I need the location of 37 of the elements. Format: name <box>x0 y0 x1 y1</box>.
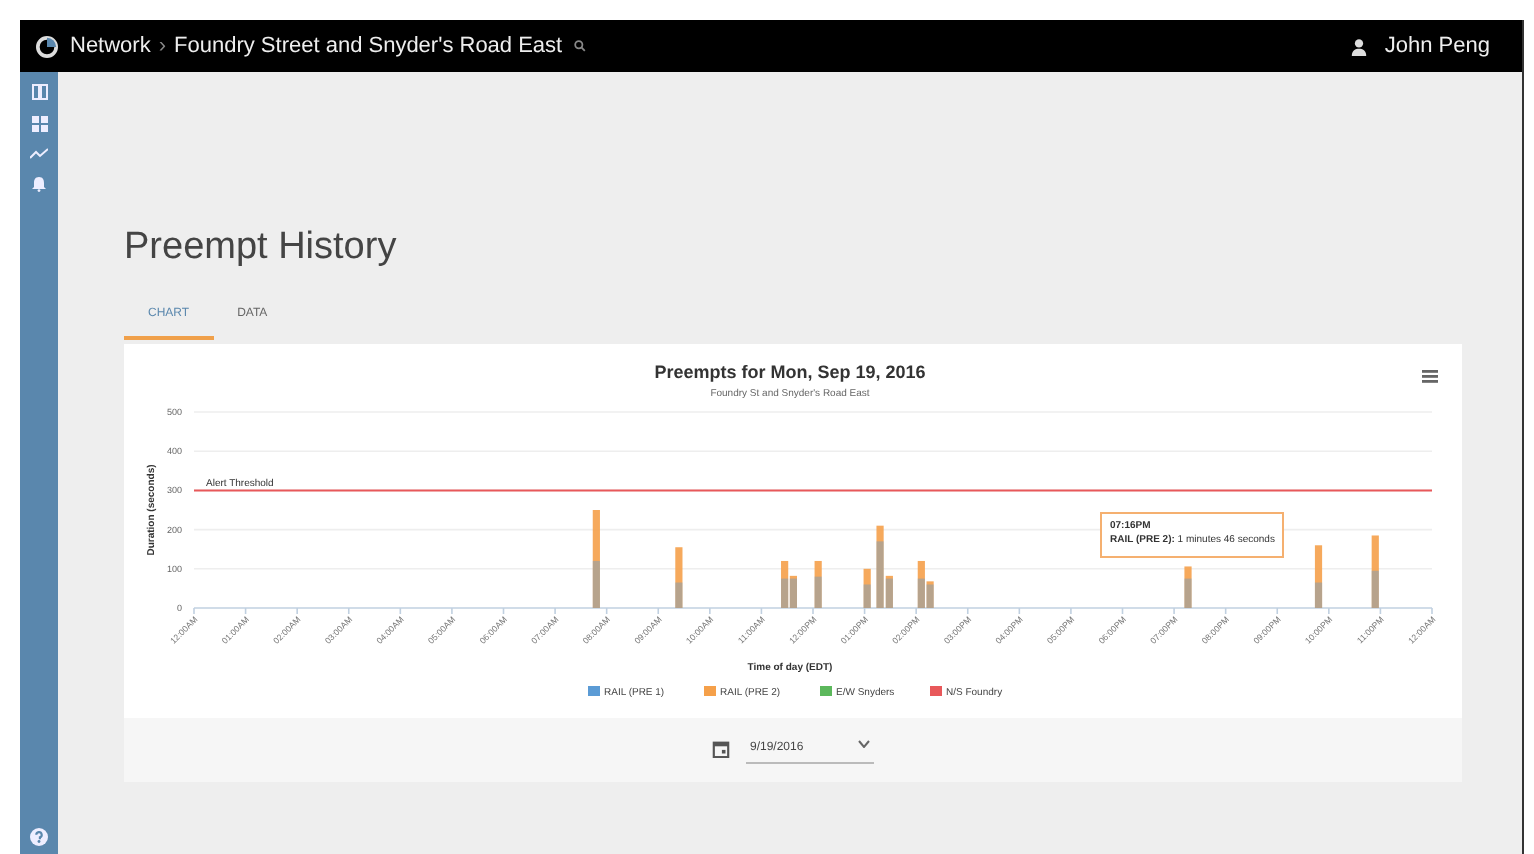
bar[interactable] <box>1314 544 1323 607</box>
logo-icon <box>36 35 58 57</box>
bar[interactable] <box>863 583 871 607</box>
bar[interactable] <box>917 559 925 607</box>
bar[interactable] <box>863 567 871 607</box>
user-icon[interactable] <box>1350 37 1369 55</box>
bar[interactable] <box>1371 569 1379 607</box>
bar[interactable] <box>1371 534 1379 607</box>
bar[interactable] <box>917 577 925 607</box>
help-icon[interactable] <box>30 828 48 846</box>
search-icon[interactable] <box>574 40 587 52</box>
calendar-icon[interactable] <box>712 740 730 758</box>
user-name[interactable]: John Peng <box>1384 29 1490 63</box>
bar[interactable] <box>814 575 822 607</box>
breadcrumb-link[interactable]: Network <box>70 29 151 63</box>
menu-icon[interactable] <box>1422 369 1438 382</box>
bar[interactable] <box>592 559 600 607</box>
breadcrumb-separator: › <box>158 31 167 62</box>
map-icon[interactable] <box>31 84 47 100</box>
bar[interactable] <box>1184 565 1192 607</box>
bar[interactable] <box>876 524 884 607</box>
dashboard-icon[interactable] <box>31 116 47 132</box>
bar[interactable] <box>781 577 789 607</box>
bar[interactable] <box>781 559 789 607</box>
bar[interactable] <box>675 581 683 607</box>
bar[interactable] <box>1184 577 1192 607</box>
breadcrumb-link[interactable]: Foundry Street and Snyder's Road East <box>174 29 563 63</box>
bar[interactable] <box>592 509 600 607</box>
caret-icon <box>858 739 870 747</box>
bar[interactable] <box>814 559 822 607</box>
page-title: Preempt History <box>124 224 399 272</box>
chart-title: Preempts for Mon, Sep 19, 2016 <box>654 361 926 381</box>
trend-icon[interactable] <box>30 148 48 160</box>
bar[interactable] <box>876 540 884 607</box>
bell-icon[interactable] <box>32 176 46 192</box>
bar[interactable] <box>1314 581 1323 607</box>
bar[interactable] <box>675 546 683 607</box>
